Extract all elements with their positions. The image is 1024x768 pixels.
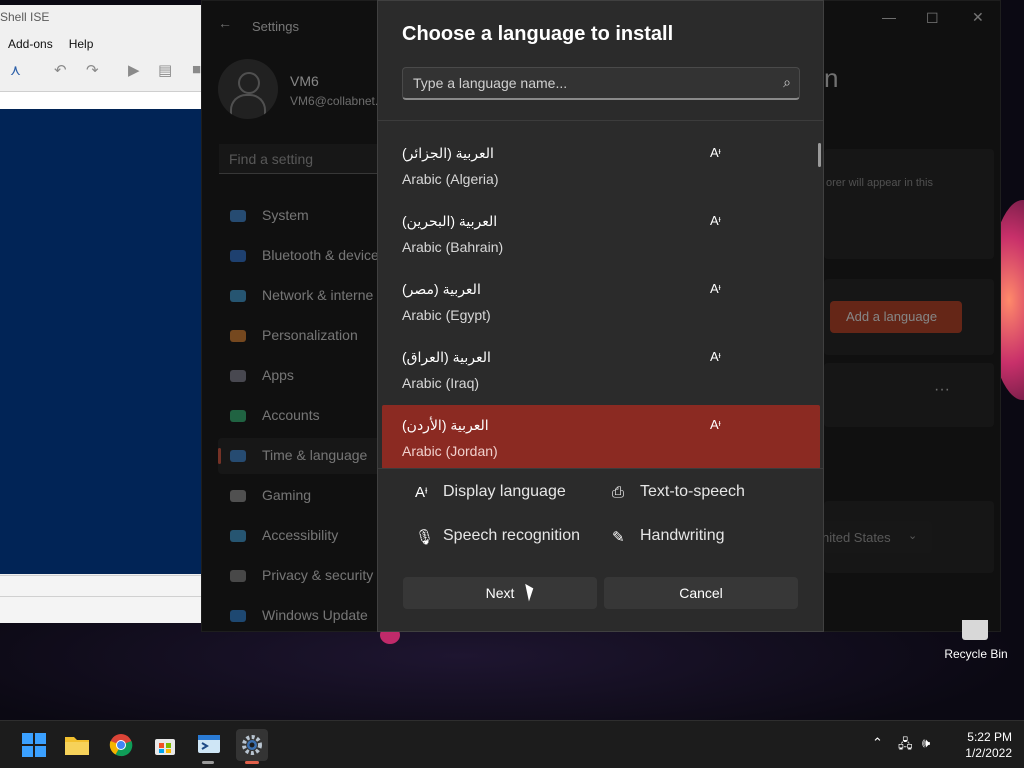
language-list-item[interactable]: العربية (مصر) Arabic (Egypt) Aᶧ — [382, 269, 820, 333]
language-list-item[interactable]: العربية (الأردن) Arabic (Jordan) Aᶧ — [382, 405, 820, 469]
language-english-name: Arabic (Jordan) — [402, 443, 498, 459]
divider — [378, 468, 823, 469]
language-list-item[interactable]: العربية (البحرين) Arabic (Bahrain) Aᶧ — [382, 201, 820, 265]
language-native-name: العربية (البحرين) — [402, 213, 498, 229]
network-icon[interactable]: 🖧︎ — [898, 735, 913, 757]
chevron-up-icon[interactable]: ⌃ — [872, 735, 883, 751]
divider — [378, 120, 823, 121]
display-language-icon: Aᶧ — [710, 213, 721, 228]
language-list-item[interactable]: العربية (الجزائر) Arabic (Algeria) Aᶧ — [382, 133, 820, 197]
store-icon[interactable] — [149, 729, 181, 761]
ise-script-pane[interactable] — [0, 91, 201, 111]
ise-status-bar — [0, 575, 201, 623]
ise-menubar: Add-ons Help — [8, 37, 93, 51]
display-language-icon: Aᶧ — [710, 417, 721, 432]
language-search-input[interactable] — [413, 73, 753, 93]
next-button-label: Next — [485, 585, 515, 601]
feature-label: Speech recognition — [443, 527, 580, 544]
ise-status-divider — [0, 596, 201, 597]
menu-help[interactable]: Help — [69, 37, 94, 51]
system-clock[interactable]: 5:22 PM 1/2/2022 — [944, 729, 1012, 761]
recycle-bin[interactable]: Recycle Bin — [940, 620, 1012, 670]
language-english-name: Arabic (Egypt) — [402, 307, 491, 323]
running-indicator — [202, 761, 214, 764]
redo-icon[interactable]: ↷ — [86, 61, 99, 79]
display-language-icon: Aᶧ — [710, 145, 721, 160]
run-script-icon[interactable]: ▶ — [128, 61, 140, 79]
feature-label: Text-to-speech — [640, 483, 745, 500]
language-native-name: العربية (مصر) — [402, 281, 481, 297]
cancel-button-label: Cancel — [679, 585, 723, 601]
language-search-box[interactable]: ⌕ — [402, 67, 800, 100]
powershell-ise-icon[interactable] — [193, 729, 225, 761]
chrome-icon[interactable] — [105, 729, 137, 761]
language-list-item[interactable]: العربية (العراق) Arabic (Iraq) Aᶧ — [382, 337, 820, 401]
menu-add-ons[interactable]: Add-ons — [8, 37, 53, 51]
recycle-bin-icon — [962, 620, 988, 640]
handwriting-icon: ✎ — [612, 529, 625, 546]
settings-icon[interactable] — [236, 729, 268, 761]
language-english-name: Arabic (Algeria) — [402, 171, 499, 187]
recycle-bin-label: Recycle Bin — [944, 647, 1008, 661]
clock-date: 1/2/2022 — [965, 746, 1012, 760]
clock-time: 5:22 PM — [967, 730, 1012, 744]
active-indicator — [245, 761, 259, 764]
start-icon[interactable] — [18, 729, 50, 761]
language-list[interactable]: العربية (الجزائر) Arabic (Algeria) Aᶧ العرب… — [382, 129, 820, 469]
undo-icon[interactable]: ↶ — [54, 61, 67, 79]
next-button[interactable]: Next — [403, 577, 597, 609]
language-english-name: Arabic (Iraq) — [402, 375, 480, 391]
text-to-speech-icon: ⎙ — [612, 484, 625, 501]
dialog-title: Choose a language to install — [402, 23, 674, 45]
search-icon[interactable]: ⌕ — [783, 74, 791, 91]
language-native-name: العربية (العراق) — [402, 349, 491, 365]
display-language-icon: Aᶧ — [415, 484, 428, 501]
file-explorer-icon[interactable] — [61, 729, 93, 761]
list-scrollbar[interactable] — [818, 143, 821, 167]
feature-label: Display language — [443, 483, 566, 500]
ise-title: Shell ISE — [0, 10, 50, 24]
display-language-icon: Aᶧ — [710, 281, 721, 296]
volume-icon[interactable]: 🕪︎ — [922, 735, 930, 751]
run-tool-icon[interactable]: ⋏ — [10, 61, 21, 79]
choose-language-dialog: Choose a language to install ⌕ العربية (… — [377, 0, 824, 632]
run-selection-icon[interactable]: ▤ — [158, 61, 172, 79]
language-english-name: Arabic (Bahrain) — [402, 239, 504, 255]
ise-console-pane[interactable] — [0, 109, 201, 574]
display-language-icon: Aᶧ — [710, 349, 721, 364]
taskbar: ⌃ 🖧︎ 🕪︎ 5:22 PM 1/2/2022 — [0, 720, 1024, 768]
ise-toolbar: ⋏ ↶ ↷ ▶ ▤ ■ — [0, 53, 201, 89]
cancel-button[interactable]: Cancel — [604, 577, 798, 609]
language-native-name: العربية (الجزائر) — [402, 145, 494, 161]
feature-label: Handwriting — [640, 527, 725, 544]
microphone-icon: 🎙︎ — [415, 529, 435, 546]
stop-icon[interactable]: ■ — [192, 61, 201, 78]
language-native-name: العربية (الأردن) — [402, 417, 489, 433]
powershell-ise-window[interactable]: Shell ISE Add-ons Help ⋏ ↶ ↷ ▶ ▤ ■ — [0, 5, 201, 623]
